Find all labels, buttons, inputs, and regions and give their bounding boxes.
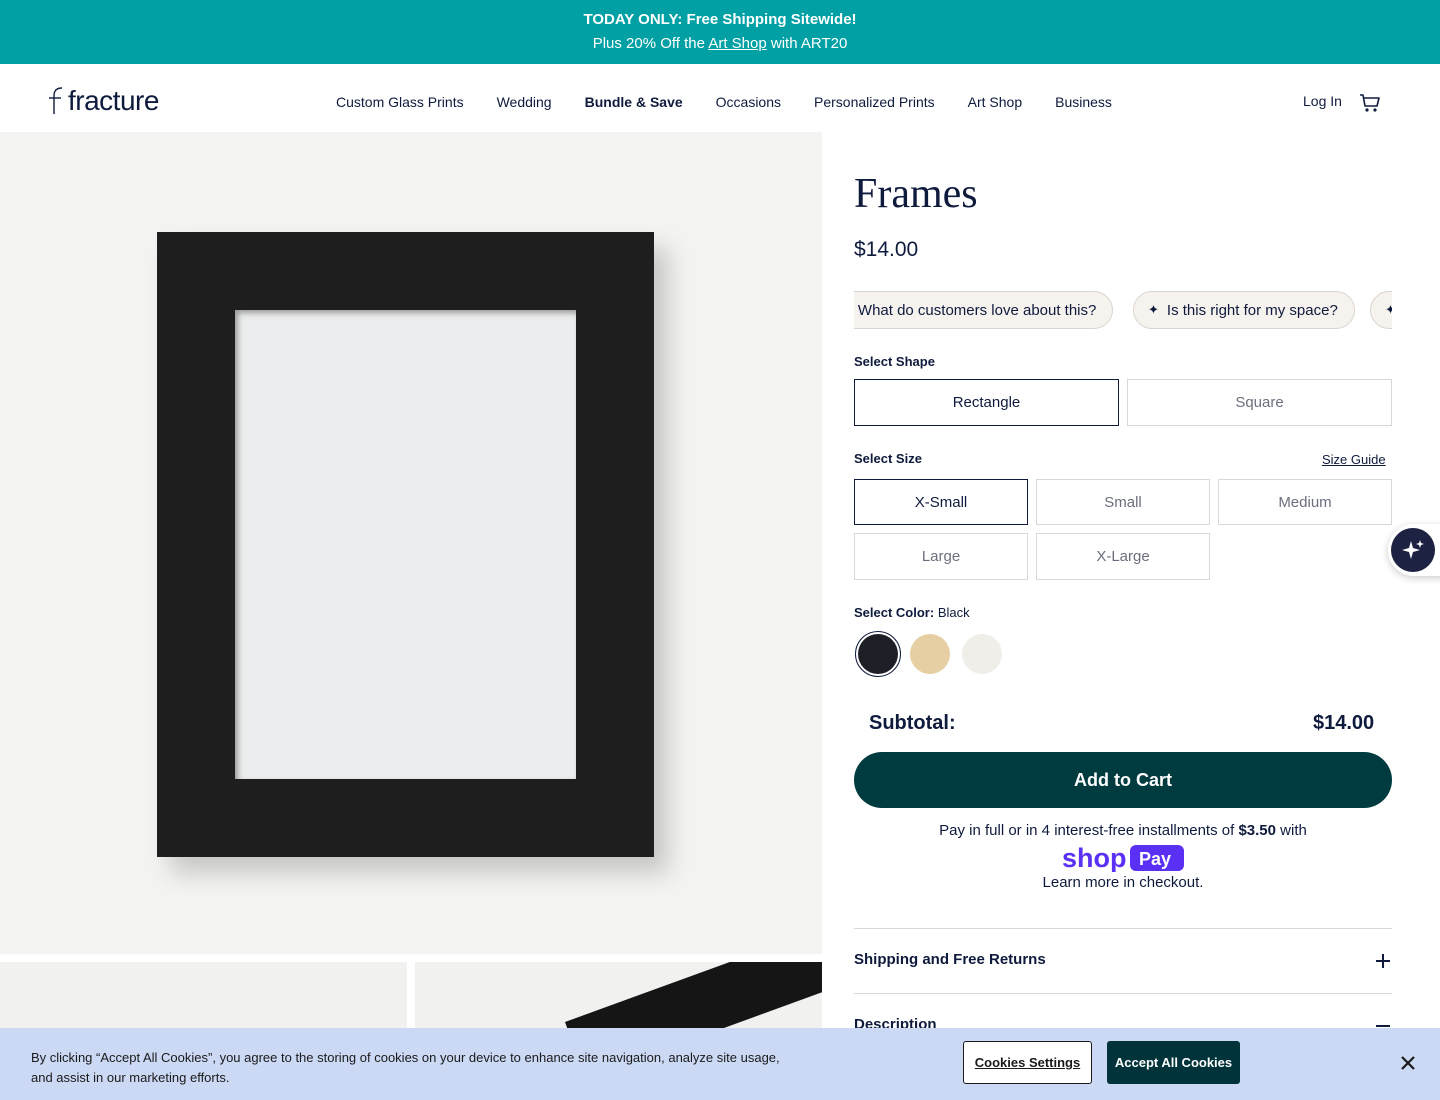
size-small-button[interactable]: Small (1036, 479, 1210, 525)
main-nav: Custom Glass Prints Wedding Bundle & Sav… (336, 94, 1145, 110)
divider (854, 993, 1392, 994)
accordion-shipping-returns[interactable]: Shipping and Free Returns (854, 951, 1046, 968)
sparkle-icon: ✦ (1148, 302, 1159, 317)
frame-photo (157, 232, 654, 857)
chip-label: Is this right for my space? (1166, 301, 1338, 319)
color-swatch-natural[interactable] (910, 634, 950, 674)
pay-text-after: with (1280, 822, 1307, 839)
nav-personalized-prints[interactable]: Personalized Prints (814, 94, 935, 110)
announcement-text-before: Plus 20% Off the (592, 35, 705, 52)
chip-customers-love[interactable]: ✦ What do customers love about this? (854, 291, 1114, 329)
announcement-subline: Plus 20% Off the Art Shop with ART20 (0, 35, 1440, 52)
color-selected-value: Black (937, 605, 970, 620)
subtotal-value: $14.00 (1313, 712, 1375, 734)
nav-bundle-save[interactable]: Bundle & Save (585, 94, 683, 110)
cookie-banner: By clicking “Accept All Cookies”, you ag… (0, 1028, 1440, 1100)
color-label-text: Select Color: (854, 605, 935, 620)
subtotal-label: Subtotal: (869, 712, 956, 734)
ai-assistant-badge (1391, 528, 1435, 572)
accept-all-cookies-button[interactable]: Accept All Cookies (1107, 1041, 1240, 1084)
size-xlarge-button[interactable]: X-Large (1036, 533, 1210, 580)
svg-text:shop: shop (1062, 844, 1127, 872)
learn-more-text: Learn more in checkout. (1042, 874, 1204, 891)
shape-rectangle-button[interactable]: Rectangle (854, 379, 1119, 426)
nav-wedding[interactable]: Wedding (497, 94, 552, 110)
pay-text-before: Pay in full or in 4 interest-free instal… (939, 822, 1235, 839)
installments-text: Pay in full or in 4 interest-free instal… (854, 822, 1392, 839)
color-swatch-white[interactable] (962, 634, 1002, 674)
cookies-settings-button[interactable]: Cookies Settings (963, 1041, 1092, 1084)
nav-art-shop[interactable]: Art Shop (968, 94, 1022, 110)
svg-text:Pay: Pay (1139, 849, 1171, 869)
divider (854, 928, 1392, 929)
color-label: Select Color: Black (854, 605, 970, 620)
size-guide-link[interactable]: Size Guide (1322, 452, 1386, 467)
shop-pay-logo-icon[interactable]: shop Pay (1062, 844, 1184, 872)
sparkles-icon (1402, 540, 1424, 559)
installment-amount: $3.50 (1238, 822, 1276, 839)
plus-icon[interactable] (1375, 953, 1391, 969)
announcement-headline: TODAY ONLY: Free Shipping Sitewide! (583, 11, 857, 28)
sparkle-icon: ✦ (1385, 302, 1392, 317)
close-icon[interactable] (1398, 1053, 1418, 1073)
login-link[interactable]: Log In (1303, 93, 1342, 109)
add-to-cart-button[interactable]: Add to Cart (854, 752, 1392, 808)
ai-question-chips: ✦ What do customers love about this? ✦ I… (854, 291, 1392, 329)
logo-mark-icon (49, 87, 63, 114)
shape-square-button[interactable]: Square (1127, 379, 1392, 426)
logo-wordmark: fracture (68, 85, 159, 116)
size-large-button[interactable]: Large (854, 533, 1028, 580)
cart-icon[interactable] (1359, 92, 1381, 114)
announcement-bar: TODAY ONLY: Free Shipping Sitewide! Plus… (0, 0, 1440, 64)
product-title: Frames (854, 171, 978, 217)
nav-business[interactable]: Business (1055, 94, 1112, 110)
size-medium-button[interactable]: Medium (1218, 479, 1392, 525)
color-swatch-black[interactable] (855, 631, 901, 677)
ai-assistant-button[interactable] (1388, 524, 1440, 576)
art-shop-link[interactable]: Art Shop (708, 35, 766, 52)
shape-label: Select Shape (854, 354, 935, 369)
cookie-consent-text: By clicking “Accept All Cookies”, you ag… (31, 1050, 780, 1085)
chip-label: What do customers love about this? (857, 301, 1097, 319)
size-label: Select Size (854, 451, 922, 466)
nav-occasions[interactable]: Occasions (716, 94, 781, 110)
frame-opening (235, 310, 576, 779)
fracture-logo[interactable]: fracture (48, 85, 159, 116)
chip-more[interactable]: ✦ (1370, 291, 1392, 329)
chip-right-for-space[interactable]: ✦ Is this right for my space? (1133, 291, 1355, 329)
nav-custom-glass-prints[interactable]: Custom Glass Prints (336, 94, 464, 110)
product-price: $14.00 (854, 238, 919, 261)
product-main-image[interactable] (0, 132, 822, 954)
site-header: fracture Custom Glass Prints Wedding Bun… (0, 64, 1440, 132)
announcement-text-after: with ART20 (770, 35, 848, 52)
size-xsmall-button[interactable]: X-Small (854, 479, 1028, 525)
